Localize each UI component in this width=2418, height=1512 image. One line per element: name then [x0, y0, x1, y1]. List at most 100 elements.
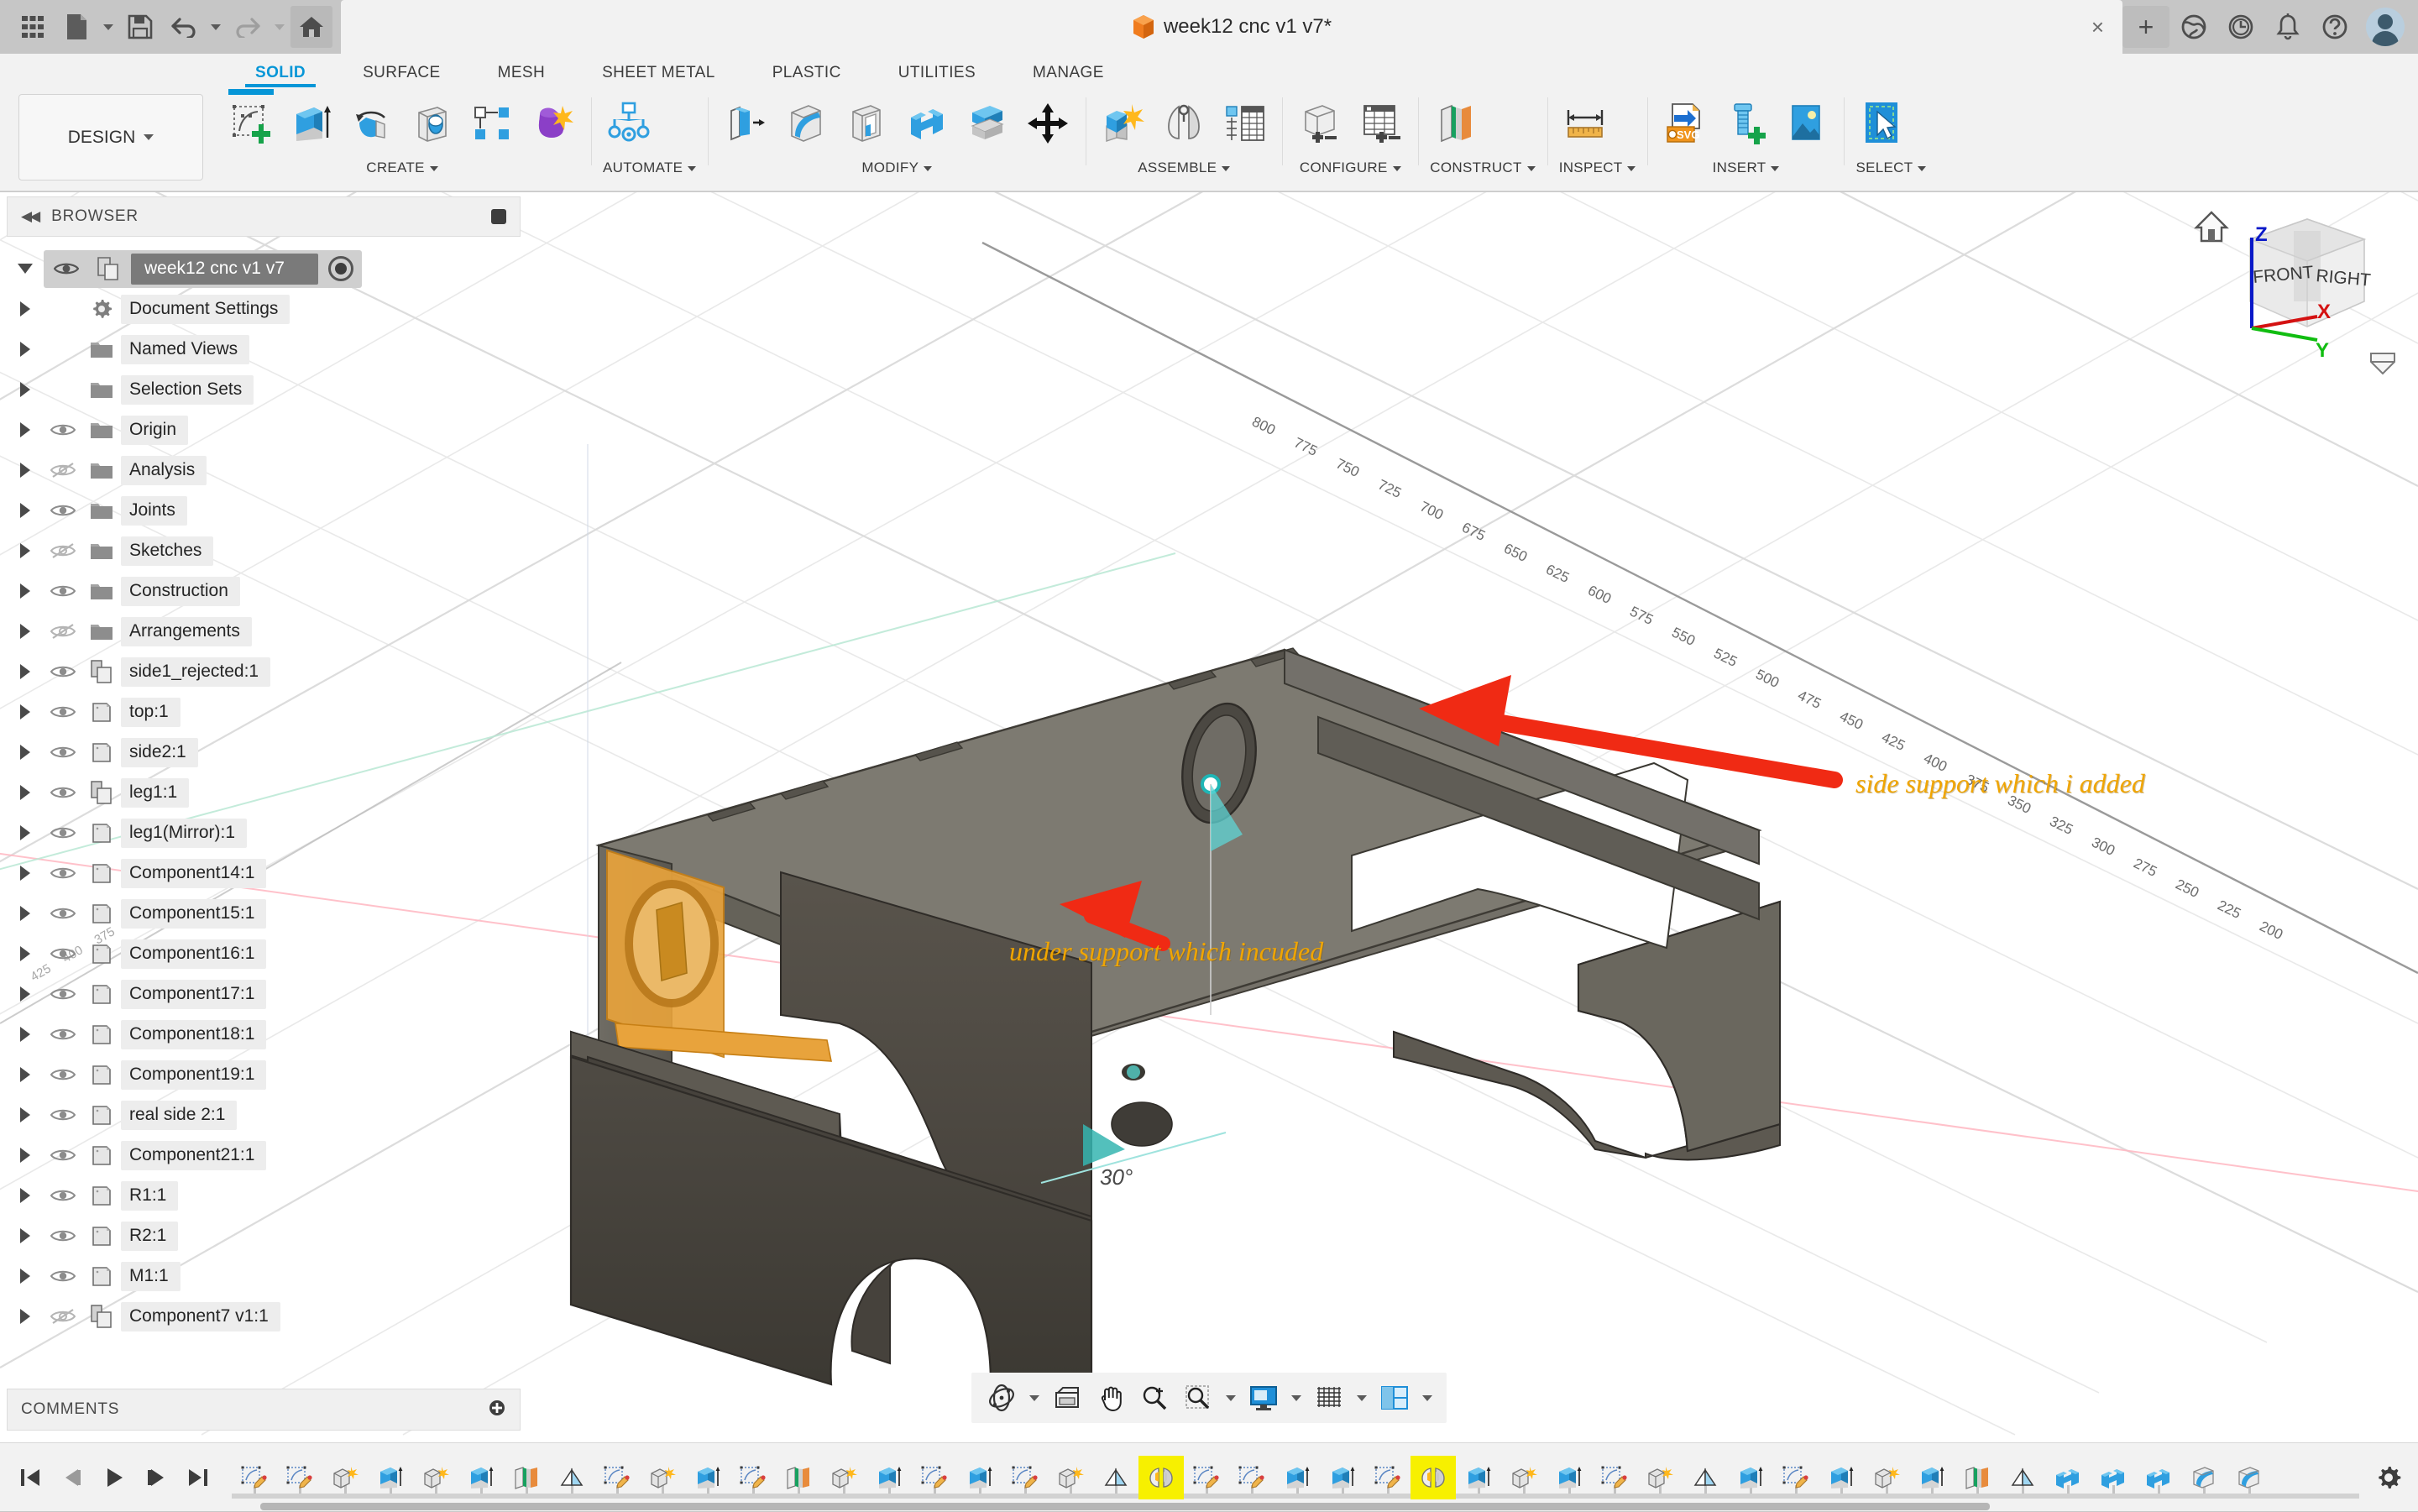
browser-options-icon[interactable] [491, 209, 506, 224]
timeline-scroll-thumb[interactable] [260, 1503, 1990, 1510]
timeline-feature-extrude[interactable] [1909, 1456, 1955, 1499]
tree-row-root[interactable]: week12 cnc v1 v7 [7, 249, 521, 289]
visibility-on-icon[interactable] [44, 905, 82, 922]
twisty-icon[interactable] [7, 906, 44, 921]
ribbon-group-label-assemble[interactable]: ASSEMBLE [1097, 158, 1270, 176]
viewports-caret[interactable] [1418, 1378, 1437, 1418]
bill-of-materials-icon[interactable] [1218, 96, 1270, 151]
twisty-icon[interactable] [7, 704, 44, 719]
tree-row[interactable]: R2:1 [7, 1216, 521, 1256]
twisty-icon[interactable] [7, 986, 44, 1002]
timeline-feature-new-component[interactable] [1048, 1456, 1093, 1499]
pan-icon[interactable] [1091, 1378, 1131, 1418]
tree-row[interactable]: Component16:1 [7, 934, 521, 974]
twisty-icon[interactable] [7, 1269, 44, 1284]
ribbon-group-label-modify[interactable]: MODIFY [720, 158, 1074, 176]
combine-icon[interactable] [901, 96, 953, 151]
tree-row[interactable]: Component19:1 [7, 1054, 521, 1095]
step-back-icon[interactable] [54, 1457, 91, 1498]
tree-row[interactable]: Joints [7, 490, 521, 531]
timeline-feature-sketch[interactable] [232, 1456, 277, 1499]
twisty-icon[interactable] [7, 745, 44, 760]
tab-solid[interactable]: SOLID [227, 64, 334, 87]
timeline-feature-new-component[interactable] [1637, 1456, 1683, 1499]
timeline-feature-extrude[interactable] [1819, 1456, 1864, 1499]
twisty-icon[interactable] [7, 543, 44, 558]
insert-mcmaster-icon[interactable] [1719, 96, 1772, 151]
twisty-icon[interactable] [7, 1067, 44, 1082]
tab-mesh[interactable]: MESH [469, 64, 574, 87]
tree-row[interactable]: M1:1 [7, 1256, 521, 1296]
redo-icon[interactable] [227, 6, 269, 48]
fillet-icon[interactable] [780, 96, 832, 151]
timeline-feature-extrude[interactable] [957, 1456, 1002, 1499]
timeline-feature-new-component[interactable] [413, 1456, 458, 1499]
shell-icon[interactable] [840, 96, 892, 151]
tree-row[interactable]: Document Settings [7, 289, 521, 329]
tree-row[interactable]: side1_rejected:1 [7, 651, 521, 692]
timeline-feature-sketch[interactable] [1002, 1456, 1048, 1499]
play-icon[interactable] [96, 1457, 133, 1498]
twisty-icon[interactable] [7, 422, 44, 437]
timeline-feature-new-component[interactable] [1864, 1456, 1909, 1499]
visibility-on-icon[interactable] [44, 1107, 82, 1123]
timeline-feature-extrude[interactable] [458, 1456, 504, 1499]
visibility-off-icon[interactable] [44, 622, 82, 641]
undo-icon[interactable] [163, 6, 205, 48]
form-icon[interactable] [527, 96, 579, 151]
timeline-feature-plane[interactable] [1683, 1456, 1728, 1499]
twisty-icon[interactable] [7, 624, 44, 639]
grid-snaps-caret[interactable] [1353, 1378, 1371, 1418]
tree-row[interactable]: Construction [7, 571, 521, 611]
timeline-feature-plane[interactable] [549, 1456, 594, 1499]
orbit-icon[interactable] [981, 1378, 1022, 1418]
tree-row[interactable]: side2:1 [7, 732, 521, 772]
timeline-feature-construction-plane[interactable] [1955, 1456, 2000, 1499]
ribbon-group-label-construct[interactable]: CONSTRUCT [1430, 158, 1535, 176]
tree-row[interactable]: Sketches [7, 531, 521, 571]
twisty-icon[interactable] [7, 1107, 44, 1122]
twisty-icon[interactable] [7, 946, 44, 961]
new-file-caret[interactable] [99, 6, 118, 48]
timeline-feature-sketch[interactable] [912, 1456, 957, 1499]
display-settings-caret[interactable] [1287, 1378, 1306, 1418]
root-activate-radio[interactable] [328, 256, 353, 281]
tree-row[interactable]: Named Views [7, 329, 521, 369]
new-component-icon[interactable] [1097, 96, 1149, 151]
twisty-icon[interactable] [7, 1027, 44, 1042]
twisty-icon[interactable] [7, 1188, 44, 1203]
visibility-on-icon[interactable] [44, 1066, 82, 1083]
viewports-icon[interactable] [1374, 1378, 1415, 1418]
create-configuration-icon[interactable] [1294, 96, 1346, 151]
timeline-feature-sketch[interactable] [1229, 1456, 1274, 1499]
tab-surface[interactable]: SURFACE [334, 64, 469, 87]
tab-utilities[interactable]: UTILITIES [870, 64, 1004, 87]
timeline-feature-new-component[interactable] [322, 1456, 368, 1499]
twisty-icon[interactable] [7, 342, 44, 357]
twisty-icon[interactable] [7, 785, 44, 800]
tree-row[interactable]: Selection Sets [7, 369, 521, 410]
display-settings-icon[interactable] [1243, 1378, 1284, 1418]
go-to-beginning-icon[interactable] [12, 1457, 49, 1498]
timeline-feature-mirror[interactable] [1410, 1456, 1456, 1499]
visibility-on-icon[interactable] [44, 824, 82, 841]
tab-sheet-metal[interactable]: SHEET METAL [573, 64, 744, 87]
visibility-off-icon[interactable] [44, 461, 82, 479]
measure-icon[interactable] [1559, 96, 1611, 151]
orbit-dropdown-caret[interactable] [1025, 1378, 1044, 1418]
job-status-icon[interactable] [2218, 4, 2264, 50]
split-body-icon[interactable] [961, 96, 1013, 151]
tree-row[interactable]: real side 2:1 [7, 1095, 521, 1135]
visibility-on-icon[interactable] [44, 1268, 82, 1284]
twisty-icon[interactable] [7, 301, 44, 317]
timeline-feature-plane[interactable] [1093, 1456, 1138, 1499]
tree-row[interactable]: leg1:1 [7, 772, 521, 813]
home-icon[interactable] [290, 6, 332, 48]
timeline-feature-extrude[interactable] [1456, 1456, 1501, 1499]
tree-row[interactable]: Component21:1 [7, 1135, 521, 1175]
timeline-feature-extrude[interactable] [1274, 1456, 1320, 1499]
joint-icon[interactable] [1158, 96, 1210, 151]
visibility-on-icon[interactable] [44, 583, 82, 599]
tree-row[interactable]: Analysis [7, 450, 521, 490]
timeline-settings-icon[interactable] [2359, 1463, 2418, 1492]
